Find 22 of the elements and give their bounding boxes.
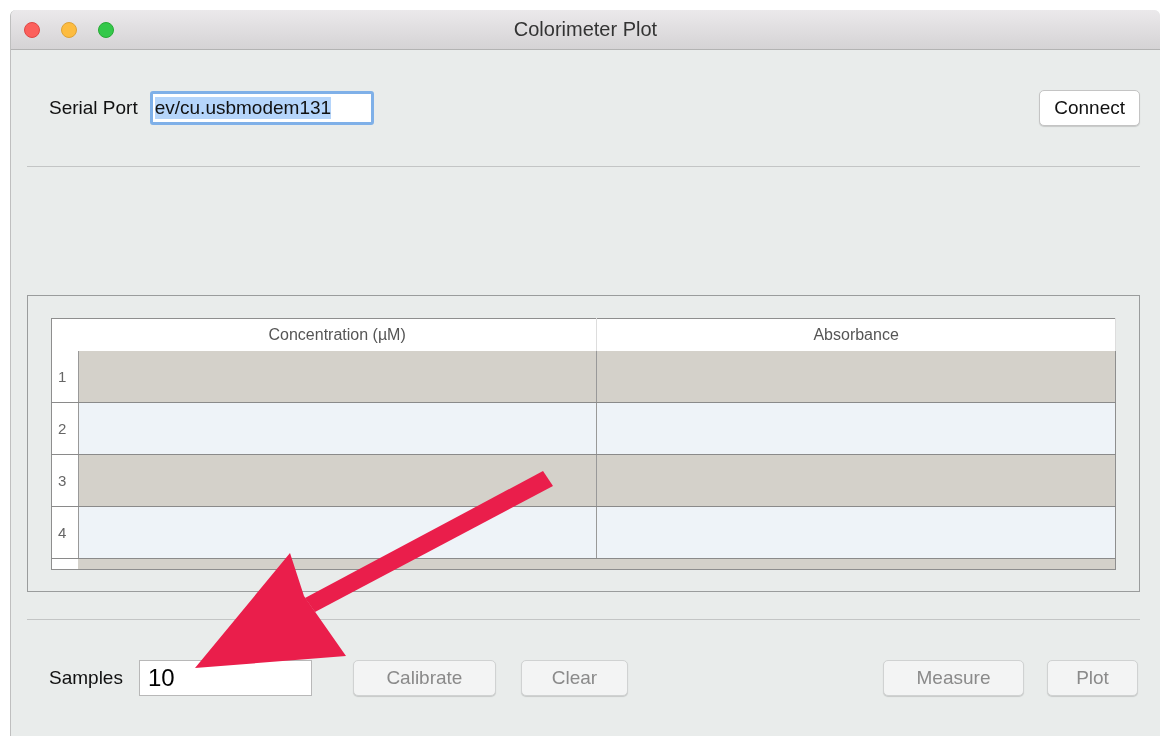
samples-field[interactable]: 10 (138, 660, 312, 696)
table-cell[interactable] (78, 454, 597, 507)
samples-label: Samples (49, 667, 123, 689)
serial-port-field[interactable]: ev/cu.usbmodem131 (149, 91, 374, 125)
table-cell[interactable] (596, 454, 1116, 507)
table-cell[interactable] (596, 402, 1116, 455)
column-header[interactable]: Concentration (µM) (78, 318, 597, 351)
table-cell[interactable] (596, 506, 1116, 559)
column-header[interactable]: Absorbance (596, 318, 1116, 351)
row-number: 4 (51, 506, 78, 559)
table-cell[interactable] (78, 402, 597, 455)
serial-port-label: Serial Port (49, 97, 138, 119)
row-number: 1 (51, 351, 78, 403)
window-title: Colorimeter Plot (513, 18, 658, 40)
minimize-button[interactable] (61, 21, 77, 38)
connect-button[interactable]: Connect (1039, 90, 1140, 126)
close-button[interactable] (24, 21, 40, 38)
zoom-button[interactable] (98, 21, 114, 38)
table-cell[interactable] (78, 351, 597, 403)
row-number: 3 (51, 454, 78, 507)
row-number: 2 (51, 402, 78, 455)
table-cell[interactable] (596, 351, 1116, 403)
